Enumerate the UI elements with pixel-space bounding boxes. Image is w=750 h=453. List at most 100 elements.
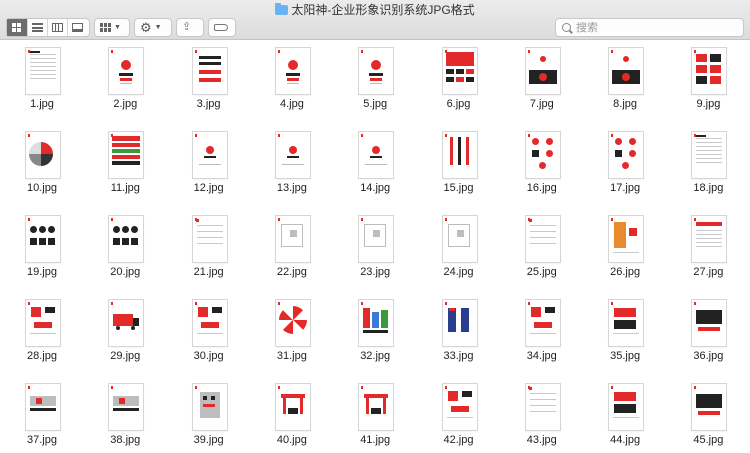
file-item[interactable]: 10.jpg (1, 125, 83, 209)
file-item[interactable]: 7.jpg (501, 41, 583, 125)
file-item[interactable]: 38.jpg (84, 377, 166, 453)
file-thumbnail (525, 384, 560, 430)
file-thumbnail (109, 384, 144, 430)
file-item[interactable]: 2.jpg (84, 41, 166, 125)
file-thumbnail (192, 300, 227, 346)
file-item[interactable]: 26.jpg (584, 209, 666, 293)
file-item[interactable]: 29.jpg (84, 293, 166, 377)
file-thumbnail (26, 300, 60, 346)
file-name: 42.jpg (443, 434, 474, 446)
file-name: 33.jpg (443, 350, 474, 362)
file-item[interactable]: 11.jpg (84, 125, 166, 209)
file-item[interactable]: 37.jpg (1, 377, 83, 453)
file-item[interactable]: 6.jpg (418, 41, 500, 125)
file-item[interactable]: 19.jpg (1, 209, 83, 293)
list-view-button[interactable] (27, 19, 47, 36)
file-item[interactable]: 34.jpg (501, 293, 583, 377)
file-thumbnail (26, 132, 60, 178)
file-thumbnail (26, 384, 60, 430)
file-name: 40.jpg (276, 434, 307, 446)
file-thumbnail (109, 216, 144, 262)
file-thumbnail (442, 48, 477, 94)
file-name: 37.jpg (27, 434, 57, 446)
chevron-down-icon: ▼ (154, 24, 162, 31)
file-item[interactable]: 8.jpg (584, 41, 666, 125)
chevron-down-icon: ▼ (114, 24, 121, 31)
file-item[interactable]: 22.jpg (251, 209, 333, 293)
file-item[interactable]: 18.jpg (667, 125, 749, 209)
folder-icon (275, 3, 289, 15)
file-item[interactable]: 28.jpg (1, 293, 83, 377)
file-thumbnail (609, 48, 644, 94)
file-item[interactable]: 40.jpg (251, 377, 333, 453)
file-item[interactable]: 20.jpg (84, 209, 166, 293)
file-item[interactable]: 31.jpg (251, 293, 333, 377)
file-item[interactable]: 35.jpg (584, 293, 666, 377)
file-thumbnail (525, 300, 560, 346)
column-view-button[interactable] (47, 19, 67, 36)
file-item[interactable]: 5.jpg (334, 41, 416, 125)
group-by-button[interactable]: ▼ (94, 18, 130, 37)
file-grid: 1.jpg 2.jpg 3.jpg 4.jpg 5.jpg 6.jpg 7.jpg 8.jpg… (0, 41, 750, 453)
file-item[interactable]: 36.jpg (667, 293, 749, 377)
window-titlebar: 太阳神-企业形象识别系统JPG格式 ▼ ⚙ ▼ ⇪ 搜索 (0, 0, 750, 40)
file-name: 16.jpg (526, 182, 557, 194)
file-item[interactable]: 42.jpg (418, 377, 500, 453)
file-item[interactable]: 45.jpg (667, 377, 749, 453)
file-item[interactable]: 4.jpg (251, 41, 333, 125)
file-item[interactable]: 44.jpg (584, 377, 666, 453)
file-name: 9.jpg (696, 98, 721, 110)
file-name: 18.jpg (693, 182, 724, 194)
file-item[interactable]: 25.jpg (501, 209, 583, 293)
view-mode-control (6, 18, 90, 37)
file-name: 8.jpg (613, 98, 638, 110)
file-item[interactable]: 16.jpg (501, 125, 583, 209)
gallery-view-button[interactable] (67, 19, 87, 36)
file-thumbnail (26, 216, 60, 262)
file-name: 3.jpg (196, 98, 221, 110)
share-button[interactable]: ⇪ (176, 18, 204, 37)
search-input[interactable] (576, 21, 736, 34)
file-name: 7.jpg (529, 98, 554, 110)
file-thumbnail (442, 216, 477, 262)
file-item[interactable]: 1.jpg (1, 41, 83, 125)
file-thumbnail (359, 216, 394, 262)
window-title: 太阳神-企业形象识别系统JPG格式 (0, 3, 750, 17)
file-name: 24.jpg (443, 266, 474, 278)
icon-view-button[interactable] (7, 19, 27, 36)
file-item[interactable]: 41.jpg (334, 377, 416, 453)
file-item[interactable]: 13.jpg (251, 125, 333, 209)
file-thumbnail (359, 48, 394, 94)
file-item[interactable]: 21.jpg (168, 209, 250, 293)
gallery-view-icon (72, 23, 83, 32)
file-item[interactable]: 32.jpg (334, 293, 416, 377)
file-item[interactable]: 15.jpg (418, 125, 500, 209)
file-item[interactable]: 24.jpg (418, 209, 500, 293)
file-item[interactable]: 17.jpg (584, 125, 666, 209)
file-name: 31.jpg (276, 350, 307, 362)
file-name: 36.jpg (693, 350, 724, 362)
action-button[interactable]: ⚙ ▼ (134, 18, 172, 37)
file-name: 20.jpg (110, 266, 141, 278)
file-thumbnail (192, 132, 227, 178)
file-item[interactable]: 30.jpg (168, 293, 250, 377)
file-item[interactable]: 23.jpg (334, 209, 416, 293)
file-item[interactable]: 27.jpg (667, 209, 749, 293)
file-thumbnail (275, 384, 310, 430)
file-thumbnail (109, 132, 144, 178)
file-item[interactable]: 39.jpg (168, 377, 250, 453)
file-item[interactable]: 12.jpg (168, 125, 250, 209)
tag-button[interactable] (208, 18, 236, 37)
file-item[interactable]: 3.jpg (168, 41, 250, 125)
share-icon: ⇪ (182, 21, 192, 33)
file-name: 25.jpg (526, 266, 557, 278)
file-thumbnail (609, 132, 644, 178)
file-item[interactable]: 9.jpg (667, 41, 749, 125)
file-item[interactable]: 14.jpg (334, 125, 416, 209)
file-item[interactable]: 43.jpg (501, 377, 583, 453)
file-name: 2.jpg (113, 98, 138, 110)
search-icon (562, 23, 571, 32)
search-field[interactable] (555, 18, 744, 37)
file-name: 26.jpg (610, 266, 641, 278)
file-item[interactable]: 33.jpg (418, 293, 500, 377)
